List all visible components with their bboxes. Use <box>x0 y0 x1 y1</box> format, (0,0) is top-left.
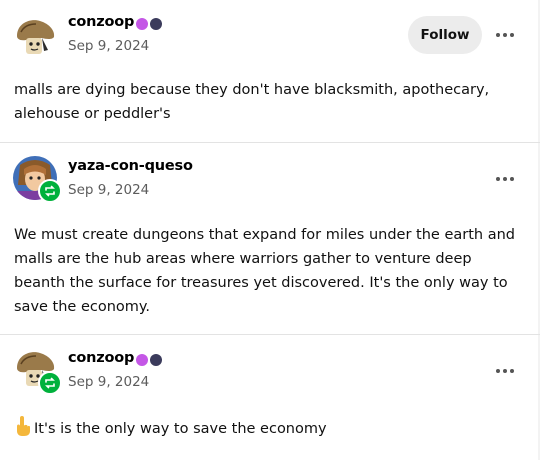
post-text-container: It's is the only way to save the economy <box>14 415 524 441</box>
user-badges <box>136 354 162 366</box>
post-date[interactable]: Sep 9, 2024 <box>68 374 149 390</box>
pointing-up-hand-icon <box>14 415 32 437</box>
follow-button[interactable]: Follow <box>408 16 482 54</box>
post-text: malls are dying because they don't have … <box>14 82 490 122</box>
username[interactable]: conzoop <box>68 14 134 30</box>
post-text: We must create dungeons that expand for … <box>14 227 515 315</box>
purple-badge-icon <box>136 18 148 30</box>
post-date[interactable]: Sep 9, 2024 <box>68 38 149 54</box>
reblog-icon <box>38 371 62 395</box>
more-options-icon[interactable] <box>496 174 516 184</box>
divider <box>0 142 540 143</box>
username[interactable]: conzoop <box>68 350 134 366</box>
dark-badge-icon <box>150 354 162 366</box>
more-options-icon[interactable] <box>496 30 516 40</box>
dark-badge-icon <box>150 18 162 30</box>
more-options-icon[interactable] <box>496 366 516 376</box>
username[interactable]: yaza-con-queso <box>68 158 193 174</box>
user-badges <box>136 18 162 30</box>
divider <box>0 334 540 335</box>
reblog-icon <box>38 179 62 203</box>
purple-badge-icon <box>136 354 148 366</box>
post-text: It's is the only way to save the economy <box>34 421 327 437</box>
post-date[interactable]: Sep 9, 2024 <box>68 182 149 198</box>
mushroom-avatar-icon[interactable] <box>12 14 58 60</box>
